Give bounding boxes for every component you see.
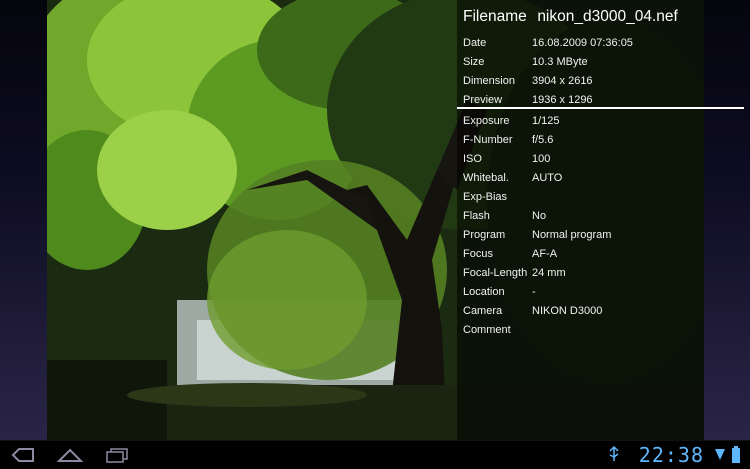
info-key: Date	[463, 36, 487, 49]
exif-row-flash: Flash No	[463, 206, 611, 225]
info-value: 1936 x 1296	[532, 93, 593, 106]
exif-row-focus: Focus AF-A	[463, 244, 611, 263]
exif-info-list: Exposure 1/125 F-Number f/5.6 ISO 100 Wh…	[463, 111, 611, 339]
filename-label: Filename	[463, 8, 527, 25]
exif-row-expbias: Exp-Bias	[463, 187, 611, 206]
exif-value: AUTO	[532, 171, 563, 184]
exif-key: Comment	[463, 323, 511, 336]
exif-key: Whitebal.	[463, 171, 509, 184]
right-margin	[704, 0, 750, 440]
info-key: Preview	[463, 93, 503, 106]
exif-key: Camera	[463, 304, 503, 317]
exif-key: F-Number	[463, 133, 513, 146]
exif-value: 100	[532, 152, 551, 165]
info-row-date: Date 16.08.2009 07:36:05	[463, 33, 633, 52]
exif-key: Program	[463, 228, 506, 241]
exif-key: ISO	[463, 152, 482, 165]
exif-value: NIKON D3000	[532, 304, 603, 317]
exif-key: Exp-Bias	[463, 190, 508, 203]
info-key: Dimension	[463, 74, 515, 87]
file-info-list: Date 16.08.2009 07:36:05 Size 10.3 MByte…	[463, 33, 633, 109]
battery-icon[interactable]	[731, 446, 741, 469]
info-value: 3904 x 2616	[532, 74, 593, 87]
exif-key: Focal-Length	[463, 266, 528, 279]
exif-value: No	[532, 209, 547, 222]
info-key: Size	[463, 55, 485, 68]
exif-row-whitebal: Whitebal. AUTO	[463, 168, 611, 187]
exif-value: AF-A	[532, 247, 558, 260]
left-margin	[0, 0, 47, 440]
exif-value: 24 mm	[532, 266, 566, 279]
back-icon	[11, 448, 34, 462]
info-row-size: Size 10.3 MByte	[463, 52, 633, 71]
filename-row: Filename nikon_d3000_04.nef	[463, 8, 678, 26]
exif-key: Flash	[463, 209, 490, 222]
home-button[interactable]	[56, 444, 84, 466]
wifi-icon[interactable]	[714, 446, 726, 467]
exif-key: Exposure	[463, 114, 510, 127]
exif-key: Focus	[463, 247, 493, 260]
exif-key: Location	[463, 285, 505, 298]
exif-value: Normal program	[532, 228, 612, 241]
filename-value: nikon_d3000_04.nef	[537, 8, 678, 25]
exif-row-iso: ISO 100	[463, 149, 611, 168]
usb-icon[interactable]	[607, 445, 621, 467]
info-value: 10.3 MByte	[532, 55, 588, 68]
back-button[interactable]	[10, 444, 36, 466]
exif-row-fnumber: F-Number f/5.6	[463, 130, 611, 149]
recent-apps-icon	[106, 448, 128, 463]
exif-row-location: Location -	[463, 282, 611, 301]
recent-apps-button[interactable]	[104, 444, 130, 466]
exif-value: -	[532, 285, 536, 298]
info-row-dimension: Dimension 3904 x 2616	[463, 71, 633, 90]
exif-row-camera: Camera NIKON D3000	[463, 301, 611, 320]
exif-row-comment: Comment	[463, 320, 611, 339]
status-clock[interactable]: 22:38	[639, 443, 704, 467]
section-divider	[457, 107, 744, 109]
exif-row-focal-length: Focal-Length 24 mm	[463, 263, 611, 282]
exif-value: f/5.6	[532, 133, 554, 146]
exif-row-exposure: Exposure 1/125	[463, 111, 611, 130]
exif-value: 1/125	[532, 114, 560, 127]
exif-row-program: Program Normal program	[463, 225, 611, 244]
home-icon	[57, 448, 83, 462]
info-value: 16.08.2009 07:36:05	[532, 36, 633, 49]
